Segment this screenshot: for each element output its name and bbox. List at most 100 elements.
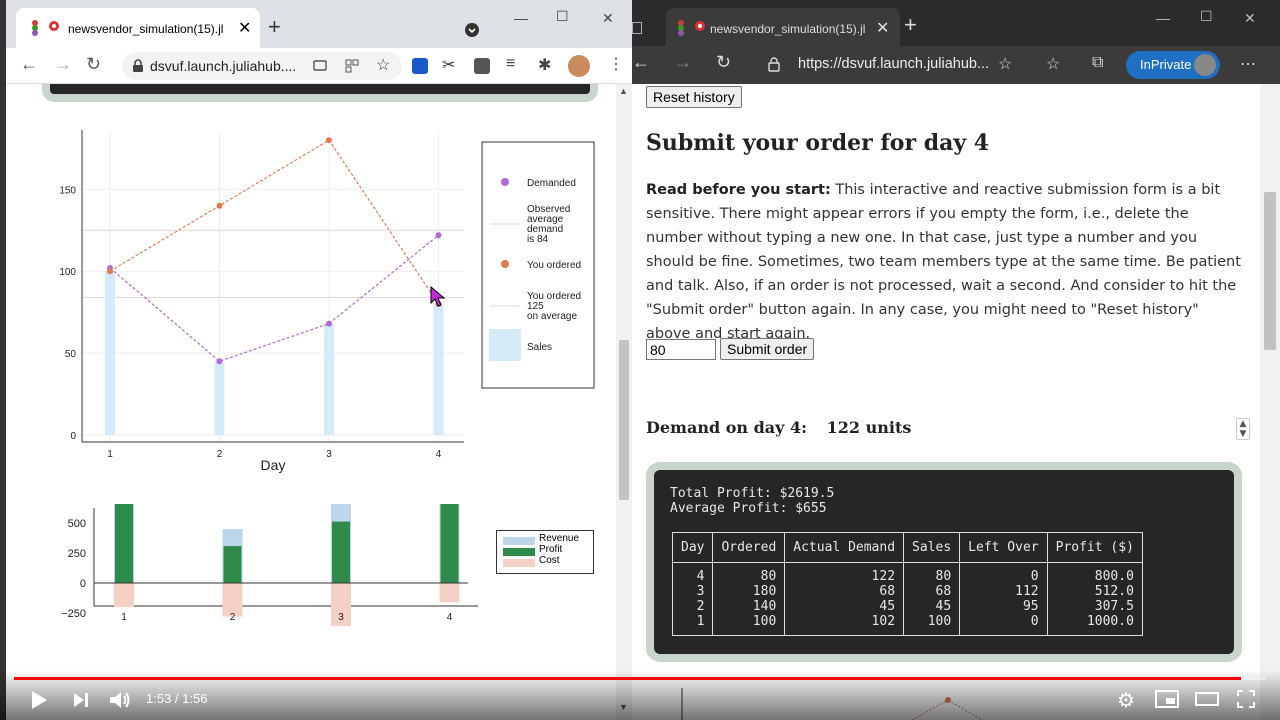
y-tick-label: 100 — [59, 267, 76, 278]
sales-bar — [105, 271, 115, 435]
settings-gear-icon[interactable]: ⚙ — [1117, 688, 1135, 713]
cell-ordered: 140 — [712, 599, 786, 614]
profile-avatar[interactable] — [568, 55, 590, 77]
legend-profit: Profit — [539, 544, 563, 555]
new-tab-button[interactable]: + — [904, 12, 917, 38]
extension-tool-icon[interactable]: ✂ — [442, 55, 455, 75]
close-window-button[interactable]: ✕ — [1244, 10, 1256, 27]
volume-icon[interactable] — [108, 689, 132, 711]
bar-legend-box: Revenue Profit Cost — [496, 530, 594, 574]
cell-left-over: 0 — [959, 614, 1048, 636]
legend-revenue-swatch — [503, 537, 535, 545]
maximize-button[interactable]: ☐ — [556, 8, 569, 25]
y-tick-label: 150 — [59, 185, 76, 196]
address-bar[interactable]: dsvuf.launch.juliahub.... ☆ — [122, 52, 402, 80]
cast-icon[interactable] — [312, 58, 328, 74]
right-tab[interactable]: newsvendor_simulation(15).jl ✕ — [666, 8, 900, 46]
sales-bar — [433, 303, 444, 435]
qr-icon[interactable] — [344, 58, 360, 74]
left-scroll-thumb[interactable] — [619, 340, 629, 500]
ordered-point — [216, 202, 223, 209]
col-ordered: Ordered — [712, 532, 786, 563]
order-input[interactable] — [646, 339, 716, 360]
settings-more-icon[interactable]: ⋯ — [1240, 54, 1256, 74]
left-scrollbar[interactable]: ▲ ▼ — [616, 84, 632, 720]
cell-output-frame — [42, 84, 598, 102]
table-row: 3 180 68 68 112 512.0 — [671, 584, 1143, 599]
x-tick-label: 1 — [121, 612, 127, 623]
legend-profit-swatch — [503, 548, 535, 556]
forward-icon[interactable]: → — [54, 54, 72, 75]
extension-blue-icon[interactable] — [412, 58, 428, 74]
back-icon[interactable]: ← — [20, 54, 38, 75]
reload-icon[interactable]: ↻ — [86, 54, 101, 75]
sales-bar — [324, 323, 334, 435]
scroll-up-icon[interactable]: ▲ — [619, 86, 628, 96]
cell-ordered: 180 — [712, 584, 786, 599]
miniplayer-icon[interactable] — [1155, 690, 1179, 708]
left-tab[interactable]: newsvendor_simulation(15).jl ✕ — [16, 8, 260, 48]
cell-left-over: 112 — [959, 584, 1048, 599]
close-window-button[interactable]: ✕ — [602, 10, 614, 27]
cell-left-over: 0 — [959, 562, 1048, 584]
demanded-point — [216, 358, 223, 365]
favorites-add-icon[interactable]: ☆ — [998, 54, 1012, 74]
x-tick-label: 4 — [436, 449, 442, 460]
demand-line: Demand on day 4: 122 units — [646, 418, 911, 437]
total-profit: Total Profit: $2619.5 — [670, 486, 835, 501]
url-text: dsvuf.launch.juliahub.... — [150, 58, 297, 74]
star-icon[interactable]: ☆ — [376, 55, 390, 75]
video-progress-bar[interactable] — [14, 677, 1266, 680]
y-tick-label: 500 — [68, 518, 86, 530]
terminal-output-frame: Total Profit: $2619.5 Average Profit: $6… — [646, 462, 1242, 662]
right-tab-title: newsvendor_simulation(15).jl — [710, 22, 866, 36]
demanded-point — [435, 232, 442, 239]
favorites-icon[interactable]: ☆ — [1046, 54, 1060, 74]
y-tick-label: −250 — [61, 608, 86, 620]
inprivate-badge[interactable]: InPrivate — [1126, 51, 1220, 79]
cell-actual-demand: 102 — [784, 614, 905, 636]
results-table: Day Ordered Actual Demand Sales Left Ove… — [671, 532, 1143, 636]
new-tab-button[interactable]: + — [268, 14, 281, 40]
demand-order-chart: 0 50 100 150 1 2 3 4 Day Demanded Observed aver… — [59, 130, 595, 473]
x-axis-label: Day — [261, 457, 286, 473]
page-title: Submit your order for day 4 — [646, 130, 990, 156]
cost-bar — [439, 583, 460, 603]
tab-close-icon[interactable]: ✕ — [876, 18, 889, 38]
play-icon[interactable] — [30, 690, 48, 710]
left-browser-window: newsvendor_simulation(15).jl ✕ + — ☐ ✕ ←… — [0, 0, 632, 720]
cell-sales: 68 — [903, 584, 961, 599]
extensions-puzzle-icon[interactable]: ✱ — [538, 55, 551, 75]
legend-cost: Cost — [539, 555, 560, 566]
right-scroll-thumb[interactable] — [1264, 192, 1276, 350]
x-tick-label: 4 — [447, 612, 453, 623]
minimize-button[interactable]: — — [1156, 10, 1170, 26]
back-icon[interactable]: ← — [632, 52, 650, 73]
reset-history-button[interactable]: Reset history — [646, 86, 742, 108]
cell-sales: 80 — [903, 562, 961, 584]
right-scrollbar[interactable] — [1260, 84, 1280, 720]
fullscreen-icon[interactable] — [1237, 690, 1255, 708]
menu-icon[interactable]: ⋮ — [608, 54, 624, 74]
cell-spinner[interactable]: ▲ ▼ — [1236, 418, 1250, 440]
instructions-paragraph: Read before you start: This interactive … — [646, 178, 1246, 346]
forward-icon[interactable]: → — [674, 52, 692, 73]
cell-actual-demand: 122 — [784, 562, 905, 584]
reload-icon[interactable]: ↻ — [716, 52, 731, 73]
tab-close-icon[interactable]: ✕ — [238, 18, 251, 38]
minimize-button[interactable]: — — [514, 10, 528, 26]
chart-legend: Demanded Observed average demand is 84 You … — [481, 141, 595, 389]
submit-order-button[interactable]: Submit order — [720, 338, 815, 360]
tab-search-icon[interactable] — [464, 22, 480, 38]
url-text[interactable]: https://dsvuf.launch.juliahub... — [798, 56, 989, 72]
next-video-icon[interactable] — [72, 691, 90, 709]
extension-gray-icon[interactable] — [474, 58, 490, 74]
collections-icon[interactable]: ⧉ — [1092, 54, 1103, 72]
cell-left-over: 95 — [959, 599, 1048, 614]
left-tab-title: newsvendor_simulation(15).jl — [68, 22, 224, 36]
tab-actions-icon[interactable] — [632, 22, 642, 34]
theater-mode-icon[interactable] — [1195, 692, 1219, 706]
col-sales: Sales — [903, 532, 961, 563]
reading-list-icon[interactable]: ≡ — [506, 55, 515, 73]
maximize-button[interactable]: ☐ — [1200, 8, 1213, 25]
